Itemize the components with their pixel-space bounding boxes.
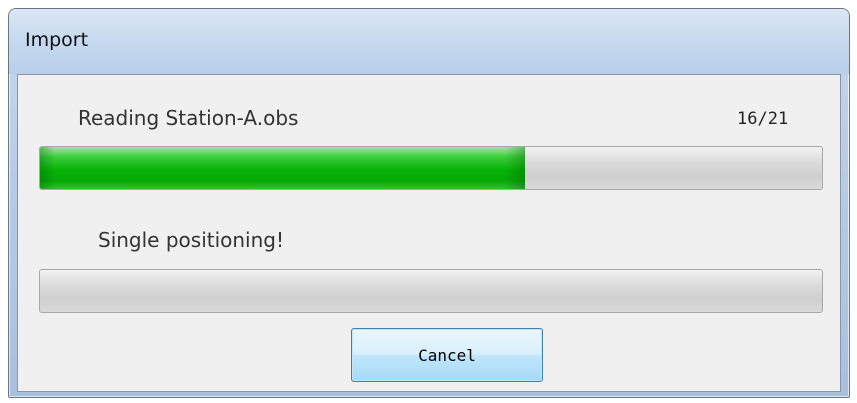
dialog-content: Reading Station-A.obs 16/21 Single posit… [17,74,841,392]
file-progress-label: Reading Station-A.obs [78,106,299,130]
file-progress-counter: 16/21 [737,109,789,129]
positioning-progress-bar [39,269,823,313]
title-bar[interactable]: Import [9,9,849,74]
window-title: Import [25,29,89,51]
file-progress-fill [40,147,525,189]
positioning-status-label: Single positioning! [98,228,285,252]
file-progress-bar [39,146,823,190]
import-dialog: Import Reading Station-A.obs 16/21 Singl… [8,8,850,398]
cancel-button[interactable]: Cancel [351,328,543,382]
